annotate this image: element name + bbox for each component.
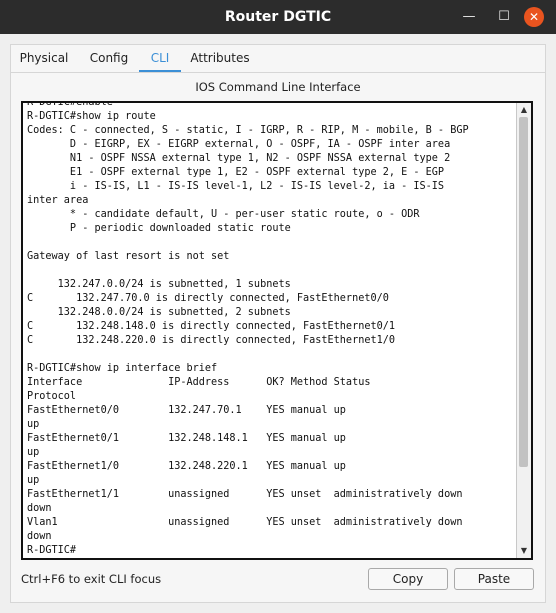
scroll-up-icon[interactable]: ▲	[517, 103, 531, 117]
tab-attributes[interactable]: Attributes	[184, 46, 256, 70]
tab-divider	[10, 72, 546, 73]
tab-cli[interactable]: CLI	[139, 46, 181, 73]
tab-physical[interactable]: Physical	[10, 46, 78, 70]
terminal-scrollbar[interactable]: ▲ ▼	[516, 103, 531, 558]
copy-button[interactable]: Copy	[368, 568, 448, 590]
scroll-down-icon[interactable]: ▼	[517, 544, 531, 558]
cli-output[interactable]: R-DGTIC#enable R-DGTIC#show ip route Cod…	[27, 103, 517, 558]
scroll-thumb[interactable]	[519, 117, 528, 467]
close-icon[interactable]: ✕	[524, 7, 544, 27]
cli-focus-hint: Ctrl+F6 to exit CLI focus	[21, 572, 162, 586]
cli-terminal[interactable]: R-DGTIC#enable R-DGTIC#show ip route Cod…	[21, 101, 533, 560]
maximize-icon[interactable]: ☐	[491, 0, 517, 34]
tab-cli-label: CLI	[150, 51, 170, 65]
tab-config[interactable]: Config	[80, 46, 138, 70]
cli-heading: IOS Command Line Interface	[195, 80, 361, 94]
minimize-icon[interactable]: —	[456, 0, 482, 34]
title-bar: Router DGTIC — ☐ ✕	[0, 0, 556, 34]
paste-button[interactable]: Paste	[454, 568, 534, 590]
